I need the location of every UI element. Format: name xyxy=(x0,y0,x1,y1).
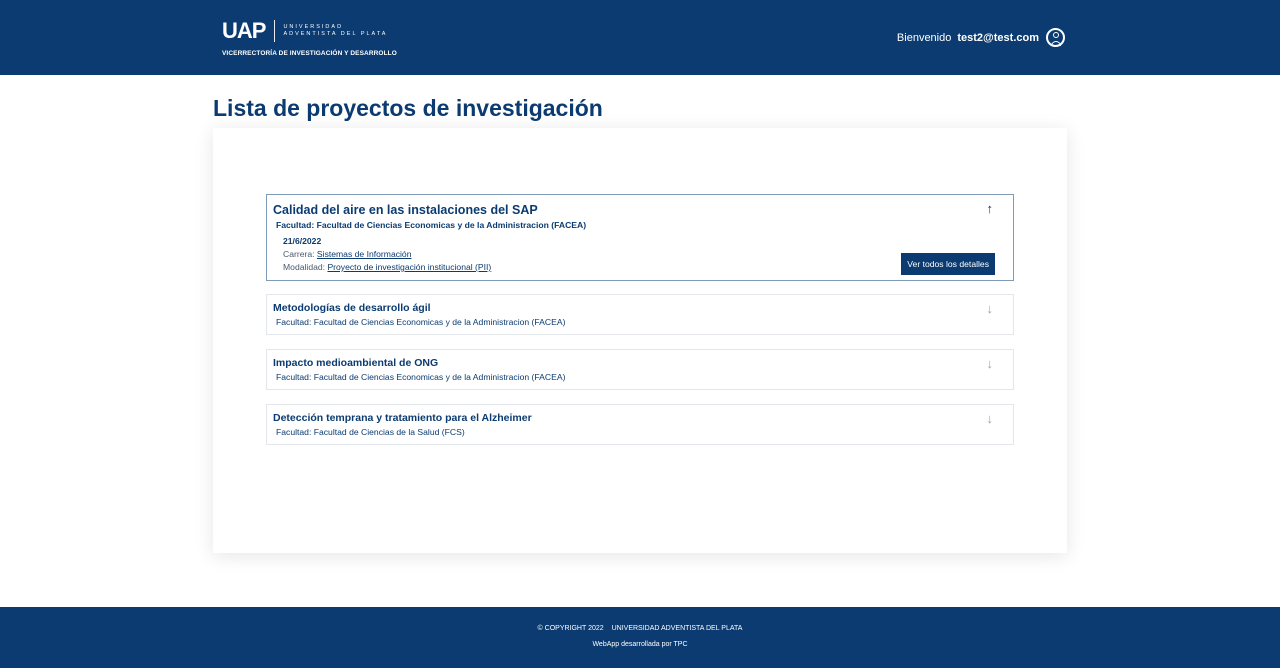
user-area: Bienvenido test2@test.com xyxy=(897,28,1065,47)
logo-word-line-2: ADVENTISTA DEL PLATA xyxy=(283,31,388,37)
user-circle-icon[interactable] xyxy=(1046,28,1065,47)
project-title: Calidad del aire en las instalaciones de… xyxy=(273,203,538,217)
project-title: Impacto medioambiental de ONG xyxy=(273,357,439,369)
modality-link[interactable]: Proyecto de investigación institucional … xyxy=(327,262,491,272)
project-faculty: Facultad: Facultad de Ciencias Economica… xyxy=(276,372,566,382)
uap-logo[interactable]: UAP UNIVERSIDAD ADVENTISTA DEL PLATA VIC… xyxy=(222,18,397,58)
page-title: Lista de proyectos de investigación xyxy=(213,95,603,121)
expand-arrow-icon[interactable]: ↓ xyxy=(987,301,994,316)
logo-mark: UAP xyxy=(222,18,266,43)
footer-university: UNIVERSIDAD ADVENTISTA DEL PLATA xyxy=(611,625,743,632)
project-card[interactable]: Impacto medioambiental de ONG Facultad: … xyxy=(266,349,1014,390)
career-link[interactable]: Sistemas de Información xyxy=(317,249,412,259)
copyright-text: © COPYRIGHT 2022 xyxy=(537,625,604,632)
collapse-arrow-icon[interactable]: ↑ xyxy=(987,201,994,216)
projects-panel: Calidad del aire en las instalaciones de… xyxy=(213,128,1067,553)
logo-divider xyxy=(274,20,276,42)
welcome-text: Bienvenido xyxy=(896,31,952,44)
footer-credit: WebApp desarrollada por TPC xyxy=(592,641,688,648)
footer-copyright-line: © COPYRIGHT 2022 UNIVERSIDAD ADVENTISTA … xyxy=(0,625,1280,632)
modality-label: Modalidad: xyxy=(283,262,326,272)
user-icon-body xyxy=(1050,40,1061,46)
project-card-expanded[interactable]: Calidad del aire en las instalaciones de… xyxy=(266,194,1014,281)
logo-subtitle: VICERRECTORÍA DE INVESTIGACIÓN Y DESARRO… xyxy=(222,50,397,57)
project-faculty: Facultad: Facultad de Ciencias de la Sal… xyxy=(276,427,465,437)
project-career: Carrera: Sistemas de Información xyxy=(283,249,412,259)
project-title: Metodologías de desarrollo ágil xyxy=(273,302,431,314)
view-details-button[interactable]: Ver todos los detalles xyxy=(901,253,995,275)
expand-arrow-icon[interactable]: ↓ xyxy=(987,356,994,371)
project-card[interactable]: Metodologías de desarrollo ágil Facultad… xyxy=(266,294,1014,335)
project-faculty: Facultad: Facultad de Ciencias Economica… xyxy=(276,317,566,327)
project-title: Detección temprana y tratamiento para el… xyxy=(273,412,532,424)
project-date: 21/6/2022 xyxy=(283,236,322,246)
project-card[interactable]: Detección temprana y tratamiento para el… xyxy=(266,404,1014,445)
project-faculty: Facultad: Facultad de Ciencias Economica… xyxy=(276,220,587,230)
career-label: Carrera: xyxy=(283,249,315,259)
page-footer: © COPYRIGHT 2022 UNIVERSIDAD ADVENTISTA … xyxy=(0,607,1280,668)
user-icon-head xyxy=(1052,32,1059,38)
expand-arrow-icon[interactable]: ↓ xyxy=(987,411,994,426)
project-modality: Modalidad: Proyecto de investigación ins… xyxy=(283,262,491,272)
logo-wordmark: UNIVERSIDAD ADVENTISTA DEL PLATA xyxy=(283,24,387,38)
top-header: UAP UNIVERSIDAD ADVENTISTA DEL PLATA VIC… xyxy=(0,0,1280,75)
logo-word-line-1: UNIVERSIDAD xyxy=(283,24,344,30)
user-email: test2@test.com xyxy=(957,31,1039,44)
